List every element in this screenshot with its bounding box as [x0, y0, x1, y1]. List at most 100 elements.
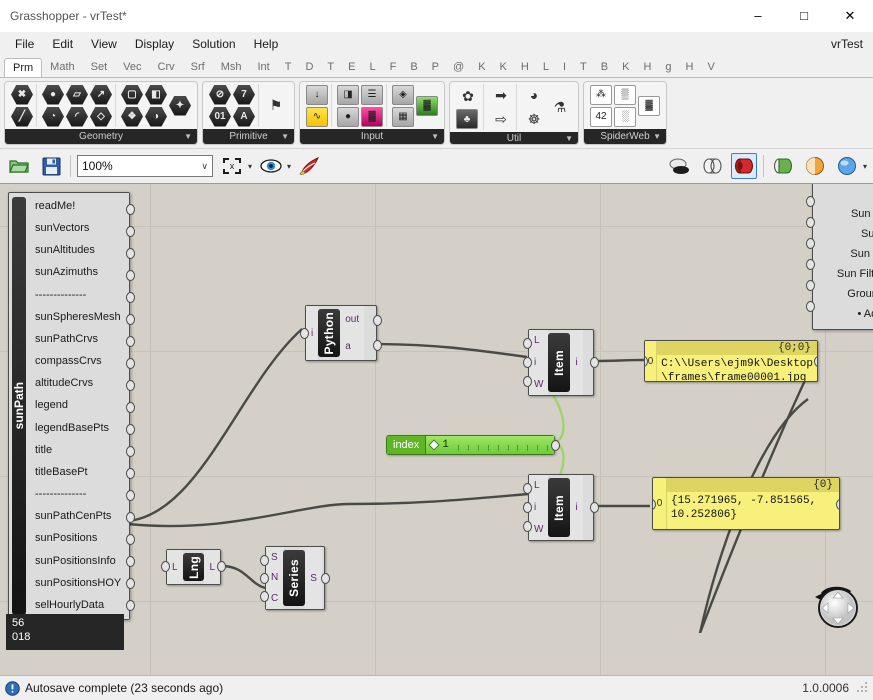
geo-surface-icon[interactable]: ▱ — [66, 84, 88, 105]
input-slider-icon[interactable]: ↓ — [306, 84, 328, 105]
prim-boolean-icon[interactable]: ⊘ — [209, 84, 231, 105]
sunpath-output-11[interactable]: title — [35, 443, 121, 458]
sunpath-output-nub[interactable] — [126, 446, 135, 457]
ribbon-tab-@-16[interactable]: @ — [446, 57, 471, 77]
sunpath-output-18[interactable]: selHourlyData — [35, 598, 121, 613]
util-flask-icon[interactable]: ⚗ — [548, 96, 572, 118]
sunpath-output-nub[interactable] — [126, 424, 135, 435]
python-output-a[interactable]: a — [345, 341, 359, 352]
util-jitter-icon[interactable]: ◕ — [522, 84, 546, 106]
ribbon-tab-l-20[interactable]: L — [536, 57, 556, 77]
ribbon-group-expand-arrow[interactable]: ▼ — [653, 132, 661, 141]
series-input-S[interactable]: S — [271, 552, 278, 563]
sunpath-output-nub[interactable] — [126, 600, 135, 611]
geo-box-icon[interactable]: ▢ — [121, 84, 143, 105]
sunpath-output-nub[interactable] — [126, 490, 135, 501]
file-path-panel[interactable]: 0 {0;0} C:\\Users\ejm9k\Desktop \frames\… — [644, 340, 818, 382]
ribbon-group-label-input[interactable]: Input ▼ — [300, 129, 444, 144]
ribbon-tab-srf-5[interactable]: Srf — [183, 57, 213, 77]
series-component[interactable]: S N C Series S — [260, 546, 330, 610]
wireframe-preview-icon[interactable] — [699, 153, 725, 179]
sw-lattice-icon[interactable]: ▒ — [614, 84, 636, 105]
ribbon-tab-p-15[interactable]: P — [425, 57, 446, 77]
ribbon-group-label-spiderweb[interactable]: SpiderWeb ▼ — [584, 129, 666, 144]
menu-item-help[interactable]: Help — [245, 34, 288, 54]
util-treeview-icon[interactable]: ♣ — [456, 109, 478, 129]
index-slider-track[interactable]: 1 — [426, 436, 554, 454]
sunpath-output-nub[interactable] — [126, 380, 135, 391]
sunpath-output-15[interactable]: sunPositions — [35, 531, 121, 546]
ribbon-tab-k-17[interactable]: K — [471, 57, 492, 77]
sun-input-nub[interactable] — [806, 259, 815, 270]
python-output-out[interactable]: out — [345, 314, 359, 325]
sunpath-output-0[interactable]: readMe! — [35, 199, 121, 214]
ribbon-tab-msh-6[interactable]: Msh — [213, 57, 250, 77]
item-top-output-nub[interactable] — [590, 357, 599, 368]
series-input-C[interactable]: C — [271, 593, 278, 604]
prim-complex-icon[interactable]: 01 — [209, 106, 231, 127]
geo-polyline-icon[interactable]: ↗ — [90, 84, 112, 105]
bake-icon[interactable] — [297, 153, 323, 179]
sunpath-output-nub[interactable] — [126, 358, 135, 369]
menu-item-view[interactable]: View — [82, 34, 126, 54]
sunpath-output-2[interactable]: sunAltitudes — [35, 243, 121, 258]
ribbon-tab-t-22[interactable]: T — [573, 57, 594, 77]
ribbon-tab-h-25[interactable]: H — [636, 57, 658, 77]
series-input-nub[interactable] — [260, 555, 269, 566]
ribbon-group-expand-arrow[interactable]: ▼ — [184, 132, 192, 141]
item-top-input-W[interactable]: W — [534, 379, 543, 390]
sunpath-output-nub[interactable] — [126, 512, 135, 523]
sunpath-output-1[interactable]: sunVectors — [35, 221, 121, 236]
item-bottom-input-nub[interactable] — [523, 521, 532, 532]
geo-curve-icon[interactable]: ◔ — [42, 106, 64, 127]
sun-input-nub[interactable] — [806, 217, 815, 228]
menu-item-display[interactable]: Display — [126, 34, 183, 54]
ribbon-tab-int-7[interactable]: Int — [249, 57, 277, 77]
geo-twistedbox-icon[interactable]: ◑ — [145, 106, 167, 127]
ribbon-tab-d-9[interactable]: D — [298, 57, 320, 77]
geo-plane-icon[interactable]: ◇ — [90, 106, 112, 127]
menu-item-edit[interactable]: Edit — [43, 34, 82, 54]
sunpath-output-nub[interactable] — [126, 402, 135, 413]
geo-line-icon[interactable]: ╱ — [11, 106, 33, 127]
lng-component[interactable]: L Lng L — [161, 549, 226, 585]
sw-count-icon[interactable]: 42 — [590, 106, 612, 127]
ribbon-tab-i-21[interactable]: I — [556, 57, 573, 77]
zoom-extents-dropdown-arrow[interactable]: ▾ — [248, 162, 252, 171]
ribbon-tab-f-13[interactable]: F — [383, 57, 404, 77]
item-bottom-input-nub[interactable] — [523, 483, 532, 494]
sunpath-output-nub[interactable] — [126, 292, 135, 303]
zoom-level-combobox[interactable]: 100% ∨ — [77, 155, 213, 177]
series-input-N[interactable]: N — [271, 572, 278, 583]
util-dataoutput-icon[interactable]: ➡ — [489, 84, 513, 106]
geo-brep-icon[interactable]: ◧ — [145, 84, 167, 105]
resize-gripper[interactable] — [857, 682, 869, 694]
ribbon-tab-prm-0[interactable]: Prm — [4, 58, 43, 77]
python-input-nub[interactable] — [300, 328, 309, 339]
widget-options-icon[interactable] — [834, 153, 860, 179]
sunpath-output-3[interactable]: sunAzimuths — [35, 265, 121, 280]
ribbon-group-label-geometry[interactable]: Geometry ▼ — [5, 129, 197, 144]
input-toggle-icon[interactable]: ◨ — [337, 84, 359, 105]
ribbon-tab-l-12[interactable]: L — [362, 57, 382, 77]
index-slider-grip[interactable] — [428, 439, 440, 451]
item-bottom-output-nub[interactable] — [590, 502, 599, 513]
ribbon-tab-b-14[interactable]: B — [403, 57, 424, 77]
geo-field-icon[interactable]: ✦ — [169, 95, 191, 116]
sunpath-output-13[interactable]: -------------- — [35, 487, 121, 502]
navigation-compass-widget[interactable] — [811, 581, 863, 633]
item-bottom-capsule[interactable]: Item — [548, 478, 571, 537]
sunpath-output-9[interactable]: legend — [35, 398, 121, 413]
item-top-input-L[interactable]: L — [534, 335, 543, 346]
sunpath-output-nub[interactable] — [126, 534, 135, 545]
ribbon-tab-b-23[interactable]: B — [594, 57, 615, 77]
sun-settings-component[interactable]: Sur Sun Posi Sun Ta Sun Inter Sun Filter… — [812, 184, 873, 330]
save-file-icon[interactable] — [38, 153, 64, 179]
geo-circle-icon[interactable]: ● — [42, 84, 64, 105]
sunpath-output-nub[interactable] — [126, 204, 135, 215]
python-output-nub[interactable] — [373, 315, 382, 326]
preview-mesh-quality-icon[interactable] — [770, 153, 796, 179]
input-gradient-icon[interactable]: ▓ — [361, 106, 383, 127]
index-slider-out-nub[interactable] — [551, 440, 560, 451]
lng-input-nub[interactable] — [161, 561, 170, 572]
